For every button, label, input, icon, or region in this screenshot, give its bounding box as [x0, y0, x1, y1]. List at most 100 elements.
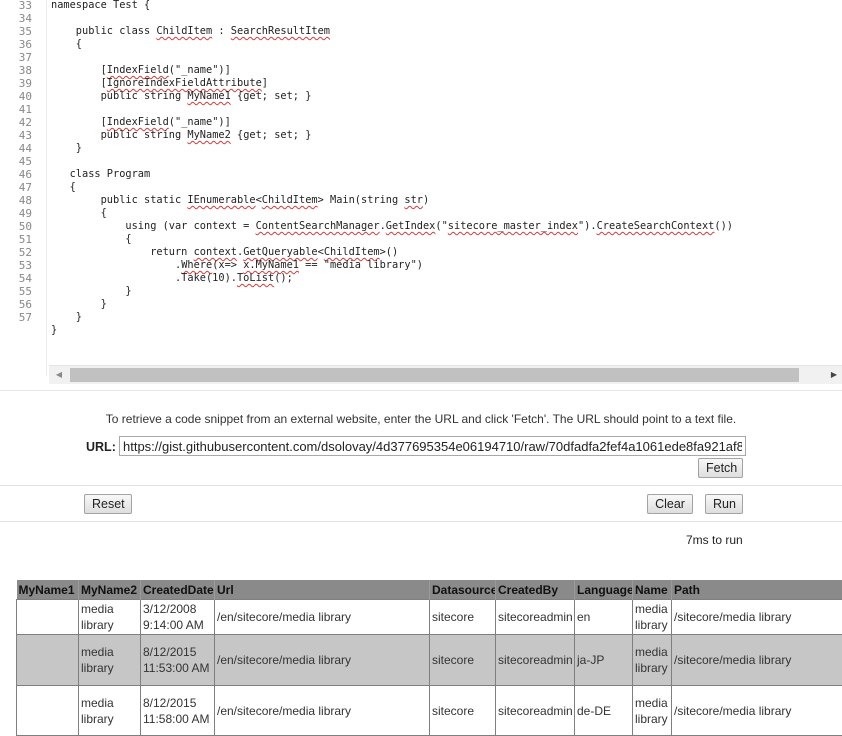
code-token: >()	[379, 246, 399, 258]
code-token: [	[51, 77, 107, 89]
code-token-flagged: CreateSearchContext	[596, 220, 715, 232]
table-row: media library 8/12/2015 11:58:00 AM /en/…	[16, 685, 842, 736]
column-header: Name	[632, 580, 672, 600]
code-token: ("_name")]	[168, 116, 231, 128]
code-token: return	[51, 246, 194, 258]
table-cell: sitecoreadmin	[495, 634, 575, 686]
column-header: Datasource	[429, 580, 496, 600]
code-token-flagged: x.MyName1	[243, 259, 299, 271]
table-cell: sitecoreadmin	[495, 685, 575, 736]
line-number: 47	[18, 181, 32, 194]
line-number-gutter: 33 34 35 36 37 38 39 40 41 42 43 44 45 46 47 48 49 50 51 52…	[0, 0, 40, 376]
code-token: (x=>	[212, 259, 244, 271]
chevron-left-icon[interactable]: ◀	[51, 366, 67, 384]
table-cell: media library	[78, 634, 141, 686]
table-cell: /sitecore/media library	[671, 599, 842, 635]
code-line: class Program	[51, 168, 151, 181]
table-cell: media library	[632, 599, 672, 635]
code-editor[interactable]: 33 34 35 36 37 38 39 40 41 42 43 44 45 46 47 48 49 50 51 52…	[0, 0, 842, 390]
code-line: {	[51, 38, 82, 51]
code-token-flagged: sitecore_master_index	[447, 220, 578, 232]
table-row: media library 3/12/2008 9:14:00 AM /en/s…	[16, 599, 842, 635]
code-token: }	[51, 311, 82, 323]
table-cell: sitecore	[429, 634, 496, 686]
code-token: public class	[51, 25, 157, 37]
code-line: }	[51, 324, 57, 337]
table-cell	[16, 634, 79, 686]
code-line: }	[51, 311, 82, 324]
code-line: using (var context = ContentSearchManage…	[51, 220, 733, 233]
column-header: Path	[671, 580, 842, 600]
code-token: }	[51, 324, 58, 336]
column-header: CreatedDate	[140, 580, 215, 600]
table-cell: media library	[78, 685, 141, 736]
code-line: {	[51, 207, 107, 220]
url-input[interactable]	[119, 436, 746, 456]
table-cell: 8/12/2015 11:58:00 AM	[140, 685, 215, 736]
code-token: }	[51, 298, 107, 310]
code-token: [	[51, 116, 107, 128]
table-row: media library 8/12/2015 11:53:00 AM /en/…	[16, 634, 842, 686]
code-line: {	[51, 181, 76, 194]
line-number: 54	[18, 272, 32, 285]
line-number: 34	[18, 12, 32, 25]
code-token: .Take(10).	[51, 272, 237, 284]
code-area[interactable]: namespace Test { public class ChildItem …	[51, 0, 836, 376]
line-number: 51	[18, 233, 32, 246]
line-number: 44	[18, 142, 32, 155]
code-token-flagged: ContentSearchManager	[255, 220, 380, 232]
clear-button[interactable]: Clear	[647, 494, 693, 514]
code-token-flagged: IndexField	[106, 116, 169, 128]
line-number: 55	[18, 285, 32, 298]
table-cell: sitecore	[429, 599, 496, 635]
fetch-button[interactable]: Fetch	[698, 458, 743, 478]
reset-button[interactable]: Reset	[84, 494, 132, 514]
code-token-flagged: IEnumerable	[187, 194, 256, 206]
code-line: .Take(10).ToList();	[51, 272, 293, 285]
run-button[interactable]: Run	[705, 494, 743, 514]
code-line: public string MyName1 {get; set; }	[51, 90, 312, 103]
code-token: }	[51, 285, 132, 297]
code-token: ").	[577, 220, 597, 232]
scrollbar-thumb[interactable]	[70, 368, 799, 382]
code-token: )	[423, 194, 430, 206]
code-token: }	[51, 142, 82, 154]
column-header: Language	[574, 580, 633, 600]
code-token: ]	[261, 77, 268, 89]
code-token-flagged: ChildItem	[261, 194, 318, 206]
table-cell: sitecoreadmin	[495, 599, 575, 635]
table-cell: ja-JP	[574, 634, 633, 686]
code-token: {	[51, 207, 107, 219]
table-cell: sitecore	[429, 685, 496, 736]
code-token: .	[51, 259, 182, 271]
code-token: ())	[714, 220, 733, 232]
line-number: 38	[18, 64, 32, 77]
table-cell: 8/12/2015 11:53:00 AM	[140, 634, 215, 686]
url-label: URL:	[86, 440, 116, 454]
code-token: namespace Test {	[51, 0, 151, 11]
table-cell: media library	[78, 599, 141, 635]
code-line: [IgnoreIndexFieldAttribute]	[51, 77, 268, 90]
line-number: 52	[18, 246, 32, 259]
code-token: == "media library")	[298, 259, 423, 271]
code-token: ("	[435, 220, 448, 232]
divider	[0, 390, 842, 391]
results-table: MyName1 MyName2 CreatedDate Url Datasour…	[16, 580, 842, 736]
line-number: 37	[18, 51, 32, 64]
horizontal-scrollbar[interactable]: ◀ ▶	[49, 365, 842, 384]
line-number: 42	[18, 116, 32, 129]
chevron-right-icon[interactable]: ▶	[826, 366, 842, 384]
code-line: [IndexField("_name")]	[51, 64, 231, 77]
line-number: 50	[18, 220, 32, 233]
line-number: 49	[18, 207, 32, 220]
code-token: {	[51, 38, 82, 50]
table-cell: de-DE	[574, 685, 633, 736]
code-token-flagged: context	[193, 246, 237, 258]
line-number: 48	[18, 194, 32, 207]
table-cell: /sitecore/media library	[671, 634, 842, 686]
line-number: 36	[18, 38, 32, 51]
table-cell: /en/sitecore/media library	[214, 599, 430, 635]
table-cell: /en/sitecore/media library	[214, 685, 430, 736]
code-line: return context.GetQueryable<ChildItem>()	[51, 246, 398, 259]
table-cell: media library	[632, 634, 672, 686]
